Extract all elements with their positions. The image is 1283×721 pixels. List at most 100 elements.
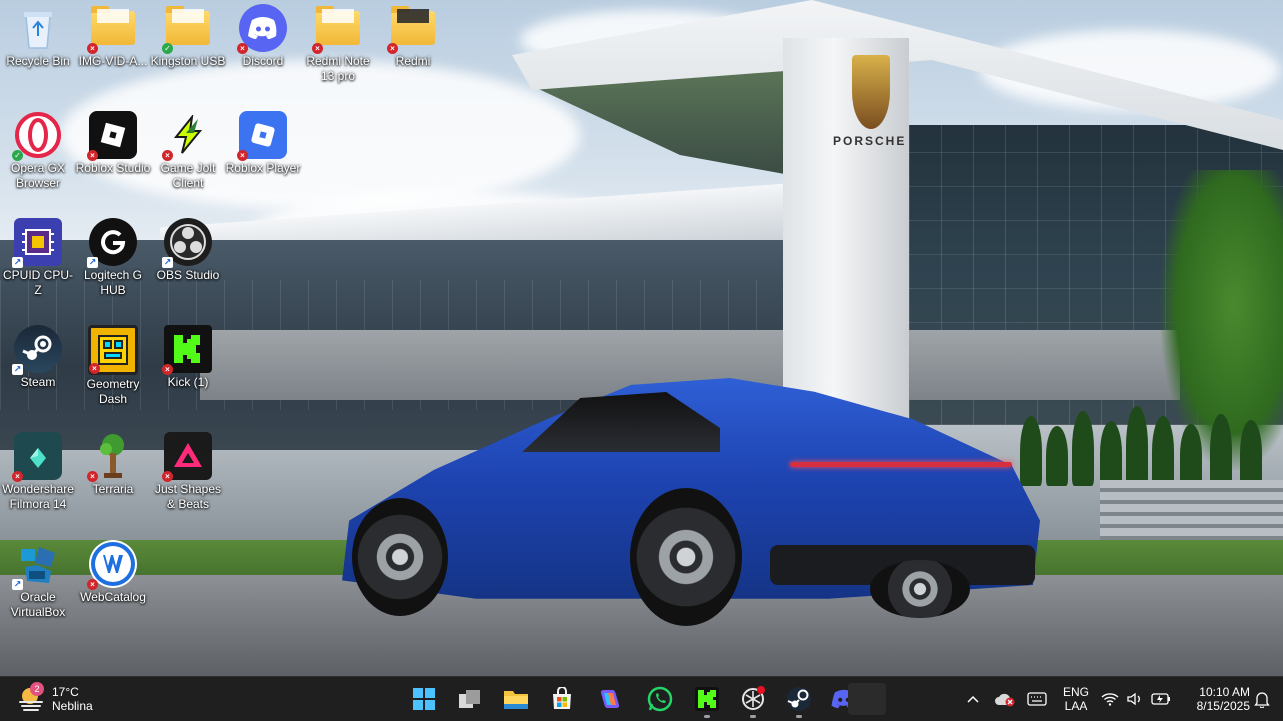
windows-logo-icon <box>413 688 435 710</box>
synced-check-icon: ✓ <box>12 150 23 161</box>
desktop-icon-roblox-player[interactable]: × Roblox Player <box>225 111 301 176</box>
desktop-icon-discord[interactable]: × Discord <box>225 4 301 69</box>
weather-fog-icon: 2 <box>16 682 46 714</box>
shortcut-arrow-icon: ↗ <box>87 257 98 268</box>
file-explorer-icon <box>504 691 528 709</box>
task-view-icon <box>459 690 480 708</box>
taskbar-kick[interactable] <box>689 683 725 718</box>
clock-date: 8/15/2025 <box>1196 699 1250 713</box>
icon-label: Redmi <box>395 54 431 68</box>
tray-touch-keyboard[interactable] <box>1022 683 1052 715</box>
desktop-icon-recycle-bin[interactable]: Recycle Bin <box>0 4 76 69</box>
show-hidden-icons-button[interactable] <box>958 683 988 715</box>
kick-icon: × <box>162 325 212 375</box>
logitech-g-icon: ↗ <box>87 218 137 268</box>
game-jolt-icon: × <box>162 111 212 161</box>
battery-charging-icon <box>1151 693 1170 705</box>
desktop-icon-roblox-studio[interactable]: × Roblox Studio <box>75 111 151 176</box>
taskbar-copilot[interactable] <box>592 683 628 715</box>
running-indicator <box>796 715 802 718</box>
desktop-icon-obs-studio[interactable]: ↗ OBS Studio <box>150 218 226 283</box>
shortcut-arrow-icon: ↗ <box>162 257 173 268</box>
weather-text: 17°C Neblina <box>52 685 93 713</box>
taskbar-chatgpt[interactable] <box>735 683 771 718</box>
desktop-icon-redmi-note-folder[interactable]: × Redmi Note 13 pro <box>300 4 376 84</box>
clock-time: 10:10 AM <box>1199 685 1250 699</box>
sync-error-icon: × <box>89 363 100 374</box>
running-indicator <box>704 715 710 718</box>
desktop-icon-steam[interactable]: ↗ Steam <box>0 325 76 390</box>
sync-error-icon: × <box>12 471 23 482</box>
discord-icon: × <box>237 4 287 54</box>
icon-label: Discord <box>242 54 284 68</box>
notifications-button[interactable] <box>1250 683 1274 715</box>
weather-condition: Neblina <box>52 699 93 713</box>
geometry-dash-icon: × <box>88 325 138 375</box>
webcatalog-icon: × <box>87 540 137 590</box>
sync-error-icon: × <box>237 43 248 54</box>
bell-icon <box>1254 692 1270 708</box>
weather-widget[interactable]: 2 17°C Neblina <box>16 681 93 717</box>
desktop-icon-opera-gx[interactable]: ✓ Opera GX Browser <box>0 111 76 191</box>
desktop-icon-logitech-g-hub[interactable]: ↗ Logitech G HUB <box>75 218 151 298</box>
desktop-icon-redmi-folder[interactable]: × Redmi <box>375 4 451 69</box>
wallpaper-sign-text: PORSCHE <box>833 134 907 148</box>
opera-gx-icon: ✓ <box>12 111 62 161</box>
desktop-icon-geometry-dash[interactable]: × Geometry Dash <box>75 325 151 407</box>
folder-icon: × <box>387 4 437 54</box>
synced-check-icon: ✓ <box>162 43 173 54</box>
icon-label: WebCatalog <box>80 590 146 604</box>
sync-error-icon: × <box>87 43 98 54</box>
tray-clock[interactable]: 10:10 AM 8/15/2025 <box>1180 683 1250 715</box>
taskbar-whatsapp[interactable] <box>642 683 678 715</box>
desktop-icon-terraria[interactable]: × Terraria <box>75 432 151 497</box>
desktop-icon-kingston-usb[interactable]: ✓ Kingston USB <box>150 4 226 69</box>
icon-label: Redmi Note 13 pro <box>306 54 370 83</box>
icon-label: Oracle VirtualBox <box>10 590 66 619</box>
volume-icon <box>1127 692 1140 706</box>
desktop-icon-just-shapes-beats[interactable]: × Just Shapes & Beats <box>150 432 226 512</box>
running-indicator <box>750 715 756 718</box>
icon-label: Terraria <box>92 482 134 496</box>
wallpaper-cypress <box>1210 414 1232 486</box>
sync-error-icon: × <box>162 364 173 375</box>
wallpaper-cypress <box>1152 416 1174 486</box>
taskbar-steam[interactable] <box>781 683 817 718</box>
taskbar-microsoft-store[interactable] <box>544 683 580 715</box>
desktop-icon-img-vid-folder[interactable]: × IMG-VID-A... <box>75 4 151 69</box>
desktop-icon-game-jolt[interactable]: × Game Jolt Client <box>150 111 226 191</box>
tray-onedrive[interactable] <box>990 683 1020 715</box>
taskbar-empty-slot[interactable] <box>848 683 886 715</box>
desktop-icon-webcatalog[interactable]: × WebCatalog <box>75 540 151 605</box>
icon-label: Kick (1) <box>167 375 209 389</box>
desktop-icon-virtualbox[interactable]: ↗ Oracle VirtualBox <box>0 540 76 620</box>
shortcut-arrow-icon: ↗ <box>12 579 23 590</box>
kick-icon <box>695 687 719 711</box>
icon-label: Steam <box>20 375 56 389</box>
wallpaper-cypress <box>1100 421 1122 486</box>
tray-input-language[interactable]: ENG LAA <box>1056 683 1096 715</box>
wallpaper-guardrail <box>1100 480 1283 540</box>
desktop-icon-kick[interactable]: × Kick (1) <box>150 325 226 390</box>
start-button[interactable] <box>406 683 442 715</box>
sync-error-icon: × <box>87 579 98 590</box>
icon-label: Roblox Player <box>225 161 301 175</box>
desktop-icon-filmora[interactable]: × Wondershare Filmora 14 <box>0 432 76 512</box>
wallpaper-car-wheel <box>870 560 970 618</box>
icon-label: Game Jolt Client <box>160 161 216 190</box>
shortcut-arrow-icon: ↗ <box>12 257 23 268</box>
taskbar-file-explorer[interactable] <box>498 683 534 715</box>
wallpaper-cypress <box>1046 426 1068 486</box>
icon-label: Wondershare Filmora 14 <box>2 482 74 511</box>
tray-quick-settings[interactable] <box>1100 683 1172 715</box>
icon-label: OBS Studio <box>156 268 220 282</box>
icon-label: Just Shapes & Beats <box>154 482 222 511</box>
icon-label: Kingston USB <box>150 54 226 68</box>
sync-error-icon: × <box>312 43 323 54</box>
task-view-button[interactable] <box>452 683 488 715</box>
weather-notification-badge: 2 <box>30 682 44 696</box>
chatgpt-icon <box>742 686 765 710</box>
sync-error-icon: × <box>87 150 98 161</box>
wifi-icon <box>1101 693 1119 706</box>
desktop-icon-cpu-z[interactable]: ↗ CPUID CPU-Z <box>0 218 76 298</box>
